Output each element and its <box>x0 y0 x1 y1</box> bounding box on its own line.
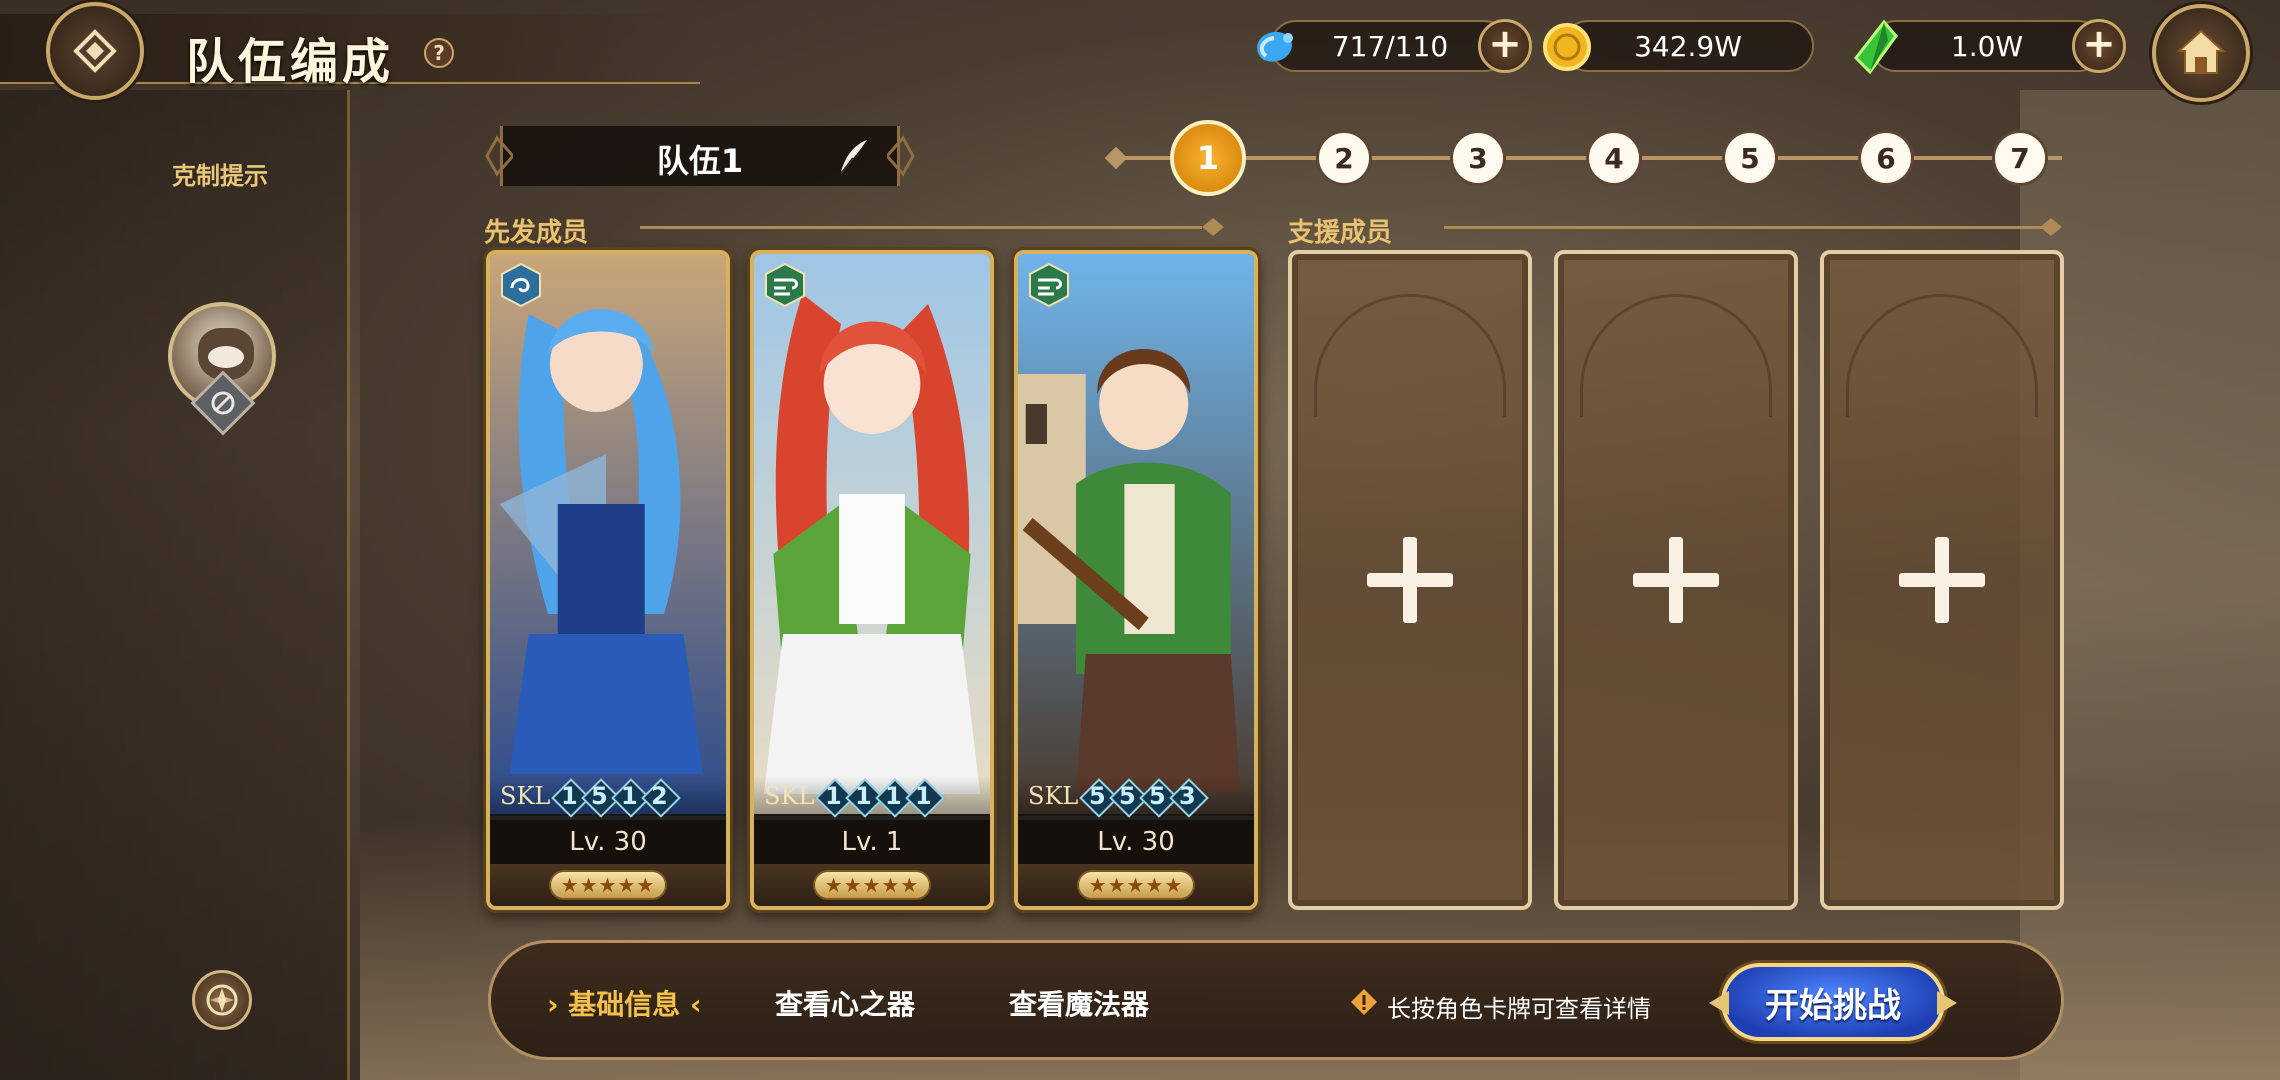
character-art <box>490 254 726 814</box>
wind-element-icon <box>1029 262 1069 308</box>
left-sidebar <box>0 90 350 1080</box>
team-page-selector: 1 2 3 4 5 6 7 <box>1104 120 2062 196</box>
counter-hint-label: 克制提示 <box>172 162 268 190</box>
rarity-stars: ★★★★★ <box>754 864 990 906</box>
home-button[interactable] <box>2152 4 2250 102</box>
skill-levels: SKL 5 5 5 3 <box>1018 776 1254 816</box>
water-element-icon <box>501 262 541 308</box>
page-track-diamond <box>1104 146 1128 170</box>
gold-coin-icon <box>1543 23 1591 71</box>
team-page-4[interactable]: 4 <box>1586 130 1642 186</box>
team-page-7[interactable]: 7 <box>1992 130 2048 186</box>
tab-basic-info[interactable]: › 基础信息 ‹ <box>547 983 702 1023</box>
skill-levels: SKL 1 1 1 1 <box>754 776 990 816</box>
wind-element-icon <box>765 262 805 308</box>
support-rule <box>1444 226 2052 229</box>
character-level: Lv. 30 <box>1018 820 1254 864</box>
water-drop-icon <box>1257 31 1293 62</box>
top-header: 队伍编成 ? 717/110 + 342.9W 1.0W + <box>0 0 2280 102</box>
add-member-icon <box>1367 537 1453 623</box>
skl-label: SKL <box>500 782 551 810</box>
support-slot-2[interactable] <box>1554 250 1798 910</box>
team-page-6[interactable]: 6 <box>1858 130 1914 186</box>
team-page-2[interactable]: 2 <box>1316 130 1372 186</box>
skl-label: SKL <box>764 782 815 810</box>
starters-label: 先发成员 <box>484 218 589 248</box>
skill-level: 2 <box>642 779 676 813</box>
skill-level: 1 <box>906 779 940 813</box>
crystal-resource: 1.0W + <box>1854 19 2126 75</box>
rule-ornament-icon <box>1202 218 1224 236</box>
team-page-3[interactable]: 3 <box>1450 130 1506 186</box>
home-icon <box>2176 29 2226 74</box>
back-button[interactable] <box>46 2 144 100</box>
long-press-tip: 长按角色卡牌可查看详情 <box>1387 995 1651 1023</box>
tab-magic-device[interactable]: 查看魔法器 <box>1009 983 1149 1023</box>
gold-value: 342.9W <box>1634 29 1742 63</box>
no-element-icon <box>211 391 235 415</box>
quill-edit-icon[interactable] <box>837 138 871 176</box>
character-level: Lv. 30 <box>490 820 726 864</box>
add-member-icon <box>1899 537 1985 623</box>
character-level: Lv. 1 <box>754 820 990 864</box>
compass-icon <box>206 984 238 1016</box>
character-card-3[interactable]: SKL 5 5 5 3 Lv. 30 ★★★★★ <box>1014 250 1258 910</box>
starters-rule <box>640 226 1202 229</box>
rarity-stars: ★★★★★ <box>1018 864 1254 906</box>
character-card-2[interactable]: SKL 1 1 1 1 Lv. 1 ★★★★★ <box>750 250 994 910</box>
gold-resource: 342.9W <box>1543 20 1814 72</box>
add-stamina-button[interactable]: + <box>1478 19 1532 73</box>
skl-label: SKL <box>1028 782 1079 810</box>
crystal-value: 1.0W <box>1950 29 2024 63</box>
support-slot-3[interactable] <box>1820 250 2064 910</box>
formation-settings-button[interactable] <box>192 970 252 1030</box>
support-label: 支援成员 <box>1288 218 1393 248</box>
support-slot-1[interactable] <box>1288 250 1532 910</box>
team-name-bar: 队伍1 <box>485 126 915 186</box>
ornament-right-icon <box>887 135 915 177</box>
rule-ornament-icon <box>2040 218 2062 236</box>
team-page-5[interactable]: 5 <box>1722 130 1778 186</box>
diamond-back-icon <box>73 29 117 73</box>
help-icon[interactable]: ? <box>424 38 454 68</box>
skill-levels: SKL 1 5 1 2 <box>490 776 726 816</box>
character-art <box>1018 254 1254 814</box>
page-title: 队伍编成 <box>186 34 395 90</box>
tab-heart-device[interactable]: 查看心之器 <box>775 983 915 1023</box>
rarity-stars: ★★★★★ <box>490 864 726 906</box>
team-page-1[interactable]: 1 <box>1170 120 1246 196</box>
stamina-resource: 717/110 + <box>1257 19 1532 73</box>
skill-level: 3 <box>1170 779 1204 813</box>
stamina-value: 717/110 <box>1331 29 1449 63</box>
character-art <box>754 254 990 814</box>
green-crystal-icon <box>1854 19 1898 75</box>
add-crystal-button[interactable]: + <box>2072 19 2126 73</box>
start-challenge-button[interactable]: 开始挑战 <box>1721 963 1945 1041</box>
add-member-icon <box>1633 537 1719 623</box>
warning-icon <box>1351 989 1377 1015</box>
character-card-1[interactable]: SKL 1 5 1 2 Lv. 30 ★★★★★ <box>486 250 730 910</box>
bottom-action-bar: › 基础信息 ‹ 查看心之器 查看魔法器 长按角色卡牌可查看详情 开始挑战 <box>488 940 2064 1060</box>
